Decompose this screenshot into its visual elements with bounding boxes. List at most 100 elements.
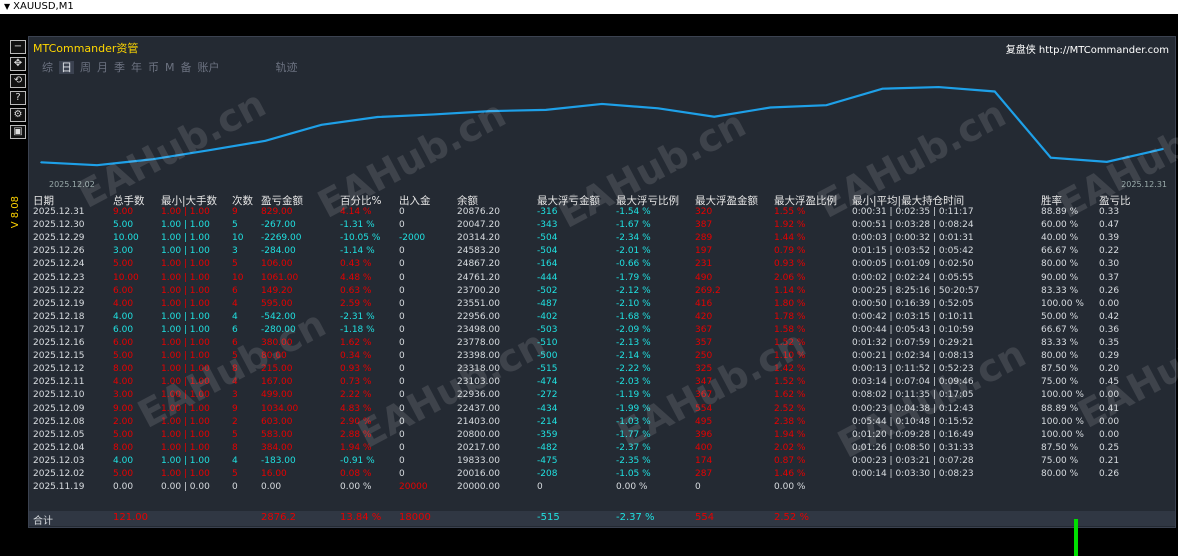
table-cell: 1.00 | 1.00 [161, 259, 210, 270]
tab-3[interactable]: 月 [97, 61, 108, 74]
version-label: V 8.08 [10, 196, 21, 229]
table-cell: 0 [399, 429, 405, 440]
table-cell: 20314.20 [457, 233, 500, 244]
column-header: 百分比% [340, 195, 382, 207]
table-cell: 1.00 | 1.00 [161, 220, 210, 231]
table-cell: 5.00 [113, 469, 134, 479]
table-cell: 384.00 [261, 442, 293, 453]
table-cell: 0 [399, 324, 405, 335]
mtcommander-panel: MTCommander资管 复盘侠 http://MTCommander.com… [28, 36, 1178, 528]
table-cell: 0 [399, 311, 405, 322]
minimize-icon[interactable]: − [10, 40, 26, 54]
table-cell: -10.05 % [340, 233, 381, 244]
table-cell: 2025.12.24 [33, 259, 85, 270]
table-cell: -434 [537, 403, 558, 414]
table-cell: 1.80 % [774, 298, 806, 309]
help-icon[interactable]: ? [10, 91, 26, 105]
window-icon[interactable]: ▣ [10, 125, 26, 139]
table-cell: -1.03 % [616, 416, 651, 427]
total-flow: 18000 [399, 512, 431, 523]
tab-0[interactable]: 综 [42, 61, 53, 74]
table-cell: 10 [232, 272, 244, 283]
table-cell: 2.59 % [340, 298, 372, 309]
tab-7[interactable]: M [165, 61, 175, 74]
balance-point [320, 123, 323, 126]
table-cell: 0 [399, 364, 405, 375]
table-cell: 320 [695, 207, 713, 217]
table-cell: 2025.12.30 [33, 220, 85, 231]
candle-bar [1074, 519, 1078, 556]
move-icon[interactable]: ✥ [10, 57, 26, 71]
table-cell: 0 [399, 246, 405, 257]
table-cell: 80.00 [261, 351, 287, 362]
balance-point [769, 106, 772, 109]
column-header: 日期 [33, 195, 54, 207]
table-cell: 50.00 % [1041, 311, 1079, 322]
balance-point [657, 107, 659, 110]
table-cell: 1.52 % [774, 338, 806, 348]
tab-1[interactable]: 日 [59, 61, 74, 74]
table-cell: 149.20 [261, 285, 293, 296]
chart-start-label: 2025.12.02 [49, 180, 95, 189]
tab-9[interactable]: 账户 [198, 61, 220, 74]
table-cell: 5 [232, 429, 238, 440]
table-cell: 0:00:31 | 0:02:35 | 0:11:17 [852, 207, 974, 217]
period-tabs: 综日周月季年币 M 备账户 轨迹 [42, 59, 304, 75]
table-cell: 1.46 % [774, 469, 806, 479]
table-cell: 0 [537, 482, 543, 493]
table-cell: 0.20 [1099, 364, 1120, 375]
sync-icon[interactable]: ⟲ [10, 74, 26, 88]
table-cell: -500 [537, 351, 558, 362]
table-cell: -503 [537, 324, 558, 335]
table-cell: 1.00 | 1.00 [161, 272, 210, 283]
table-cell: 20000.00 [457, 482, 500, 493]
brand-link[interactable]: 复盘侠 http://MTCommander.com [1006, 41, 1169, 56]
table-cell: -2.10 % [616, 298, 651, 309]
table-cell: 0.33 [1099, 207, 1120, 217]
tab-8[interactable]: 备 [181, 61, 192, 74]
tab-6[interactable]: 币 [148, 61, 159, 74]
table-cell: 8.00 [113, 364, 134, 375]
table-cell: 4 [232, 455, 238, 466]
table-cell: 0.43 % [340, 259, 372, 270]
table-cell: 490 [695, 272, 713, 283]
table-cell: 367 [695, 390, 713, 401]
table-cell: 0:01:26 | 0:08:50 | 0:31:33 [852, 442, 974, 453]
column-header: 最大浮亏金额 [537, 195, 600, 207]
settings-icon[interactable]: ⚙ [10, 108, 26, 122]
table-cell: -1.14 % [340, 246, 375, 257]
table-cell: 2025.12.17 [33, 324, 85, 335]
tab-4[interactable]: 季 [114, 61, 125, 74]
table-cell: 2025.12.19 [33, 298, 85, 309]
table-cell: -1.79 % [616, 272, 651, 283]
table-cell: 5 [232, 469, 238, 479]
table-cell: 0 [399, 351, 405, 362]
table-cell: 0:00:44 | 0:05:43 | 0:10:59 [852, 324, 974, 335]
table-cell: 20047.20 [457, 220, 500, 231]
table-cell: 40.00 % [1041, 233, 1079, 244]
balance-point [208, 149, 211, 151]
table-cell: 595.00 [261, 298, 293, 309]
table-cell: 1.00 | 1.00 [161, 403, 210, 414]
tab-2[interactable]: 周 [80, 61, 91, 74]
table-cell: 380.00 [261, 338, 293, 348]
dropdown-triangle-icon[interactable]: ▼ [4, 0, 10, 14]
tab-5[interactable]: 年 [131, 61, 142, 74]
table-cell: 289 [695, 233, 713, 244]
table-cell: 0.30 [1099, 259, 1120, 270]
tab-track[interactable]: 轨迹 [276, 61, 298, 74]
table-cell: 0:01:32 | 0:07:59 | 0:29:21 [852, 338, 974, 348]
table-cell: 2025.12.08 [33, 416, 85, 427]
table-cell: -1.99 % [616, 403, 651, 414]
table-cell: 8 [232, 442, 238, 453]
table-cell: -2.09 % [616, 324, 651, 335]
table-cell: -2.12 % [616, 285, 651, 296]
table-cell: 0 [399, 207, 405, 217]
table-cell: 2.22 % [340, 390, 372, 401]
column-header: 最小|大手数 [161, 195, 218, 207]
table-cell: 0.00 [1099, 416, 1120, 427]
balance-point [1162, 148, 1164, 150]
table-cell: 0.45 [1099, 377, 1120, 388]
table-cell: 2025.12.16 [33, 338, 85, 348]
table-cell: 6.00 [113, 285, 134, 296]
